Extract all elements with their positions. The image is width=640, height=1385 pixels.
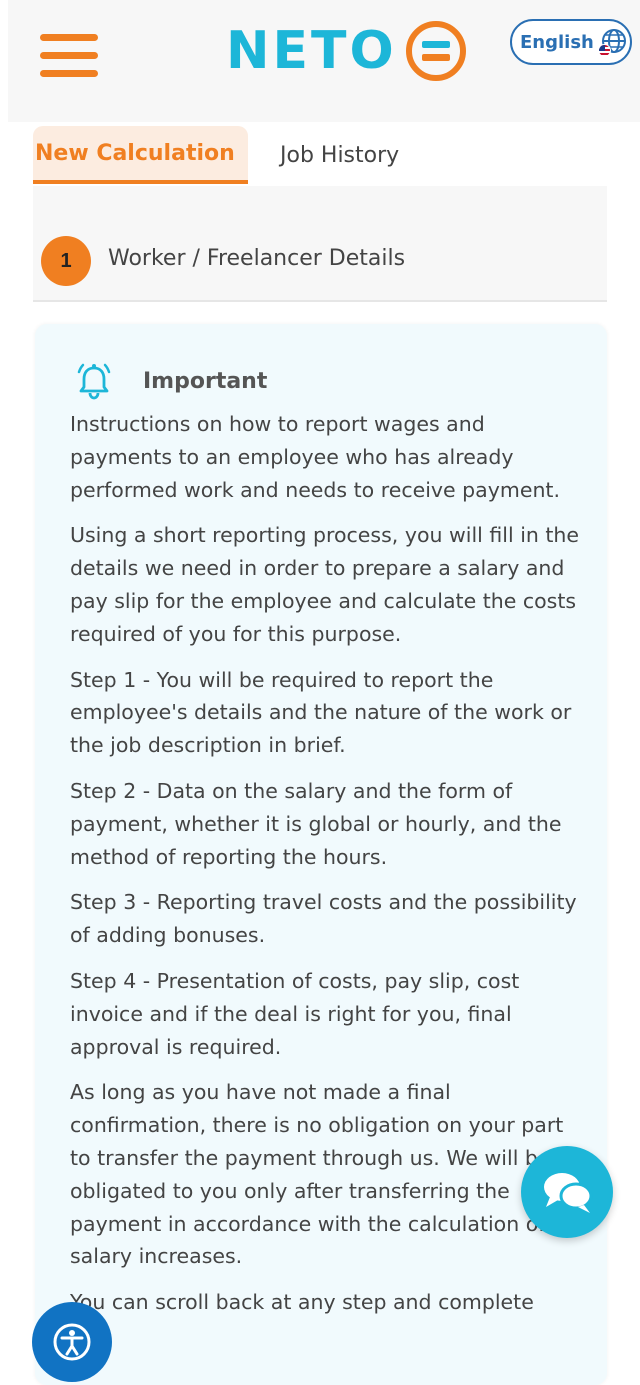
neto-logo[interactable]: NETO (226, 18, 467, 84)
accessibility-button[interactable] (32, 1302, 112, 1382)
info-paragraph: Instructions on how to report wages and … (70, 412, 560, 502)
logo-equals-icon (405, 21, 466, 81)
main-tabs: New Calculation Job History (33, 126, 607, 186)
info-body: Instructions on how to report wages and … (70, 408, 590, 1332)
info-paragraph: Using a short reporting process, you wil… (70, 523, 580, 646)
step-number-badge: 1 (41, 236, 91, 286)
chat-bubbles-icon (544, 1173, 593, 1213)
info-paragraph: Step 1 - You will be required to report … (70, 667, 572, 758)
step-label: Worker / Freelancer Details (108, 246, 406, 271)
app-header: NETO English (8, 0, 640, 122)
globe-icon (597, 27, 628, 57)
info-paragraph: You can scroll back at any step and comp… (70, 1290, 534, 1315)
info-paragraph: As long as you have not made a final con… (70, 1080, 586, 1269)
info-paragraph: Step 3 - Reporting travel costs and the … (70, 890, 577, 948)
info-paragraph: Step 4 - Presentation of costs, pay slip… (70, 968, 520, 1059)
info-card-header: Important (73, 360, 267, 402)
important-info-card: Important Instructions on how to report … (35, 324, 607, 1385)
info-title: Important (143, 368, 268, 394)
step-indicator: 1 Worker / Freelancer Details (33, 186, 607, 302)
chat-button[interactable] (521, 1146, 613, 1238)
language-selector-button[interactable]: English (510, 19, 632, 65)
tab-new-calculation[interactable]: New Calculation (33, 126, 248, 184)
us-flag-icon (597, 44, 611, 57)
language-label: English (520, 31, 594, 53)
menu-hamburger-icon[interactable] (40, 32, 106, 86)
info-paragraph: Step 2 - Data on the salary and the form… (70, 778, 562, 869)
tab-job-history[interactable]: Job History (280, 126, 399, 184)
bell-icon (77, 363, 111, 400)
accessibility-icon (53, 1323, 91, 1361)
logo-text: NETO (226, 21, 397, 81)
